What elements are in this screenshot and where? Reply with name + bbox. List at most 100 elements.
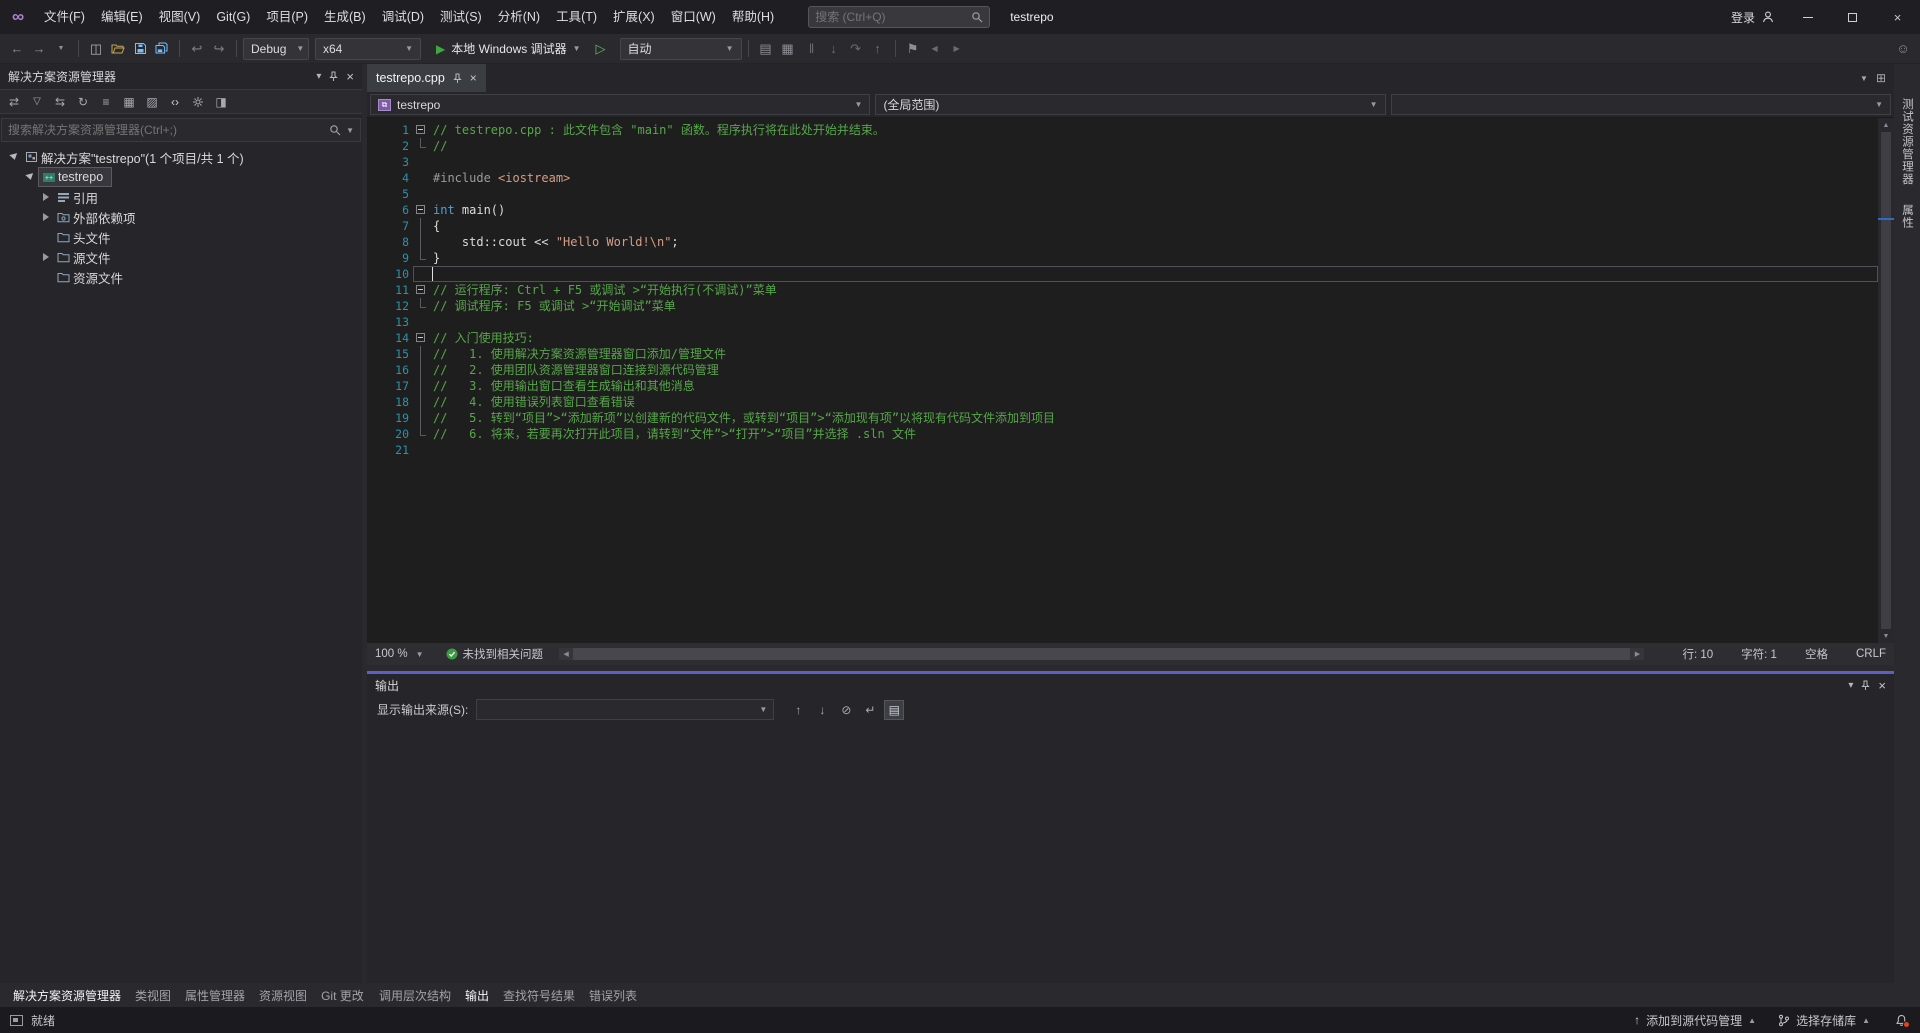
menubar-item[interactable]: 调试(D) — [374, 0, 432, 34]
tool-window-tab[interactable]: 调用层次结构 — [372, 987, 458, 1004]
menubar-item[interactable]: 帮助(H) — [724, 0, 782, 34]
tool-window-tab[interactable]: 资源视图 — [252, 987, 314, 1004]
quick-search-input[interactable] — [815, 10, 971, 24]
editor-options-icon[interactable]: ⊞ — [1876, 71, 1886, 85]
tool-window-tab[interactable]: Git 更改 — [314, 987, 371, 1004]
nest-files-icon[interactable]: ≡ — [96, 92, 116, 112]
maximize-button[interactable] — [1830, 0, 1875, 34]
scroll-right-icon[interactable]: ▶ — [1630, 650, 1644, 658]
bookmark-icon[interactable]: ⚑ — [902, 38, 924, 60]
code-line[interactable]: 20// 6. 将来，若要再次打开此项目，请转到“文件”>“打开”>“项目”并选… — [367, 426, 1878, 442]
close-icon[interactable]: × — [470, 71, 477, 85]
add-to-source-control-button[interactable]: ↑ 添加到源代码管理 ▲ — [1634, 1012, 1756, 1029]
tool-window-tab[interactable]: 错误列表 — [582, 987, 644, 1004]
scrollbar-thumb[interactable] — [1881, 132, 1891, 629]
output-panes-icon[interactable]: ▤ — [755, 38, 777, 60]
code-line[interactable]: 12// 调试程序: F5 或调试 >“开始调试”菜单 — [367, 298, 1878, 314]
solution-explorer-search-input[interactable] — [8, 123, 329, 137]
tree-item[interactable]: 源文件 — [0, 247, 362, 267]
output-content[interactable] — [367, 723, 1894, 983]
code-line[interactable]: 1// testrepo.cpp : 此文件包含 "main" 函数。程序执行将… — [367, 122, 1878, 138]
tree-item[interactable]: ++testrepo — [0, 167, 362, 187]
output-source-dropdown[interactable]: ▼ — [476, 699, 774, 720]
select-repository-button[interactable]: 选择存储库 ▲ — [1778, 1012, 1870, 1029]
window-layout-icon[interactable]: ◫ — [85, 38, 107, 60]
sign-in-button[interactable]: 登录 — [1721, 9, 1785, 26]
nav-history-icon[interactable]: ▼ — [50, 38, 72, 60]
code-line[interactable]: 14// 入门使用技巧: — [367, 330, 1878, 346]
menubar-item[interactable]: 扩展(X) — [605, 0, 663, 34]
preview-selected-items-icon[interactable]: ◨ — [211, 92, 231, 112]
tool-window-tab[interactable]: 查找符号结果 — [496, 987, 582, 1004]
output-settings-icon[interactable]: ▤ — [884, 700, 904, 720]
background-tasks-icon[interactable] — [10, 1015, 23, 1026]
refresh-icon[interactable]: ↻ — [73, 92, 93, 112]
tool-window-tab[interactable]: 属性管理器 — [178, 987, 252, 1004]
minimize-button[interactable] — [1785, 0, 1830, 34]
code-editor[interactable]: 1// testrepo.cpp : 此文件包含 "main" 函数。程序执行将… — [367, 118, 1894, 643]
active-files-dropdown-icon[interactable]: ▼ — [1860, 74, 1868, 83]
editor-horizontal-scrollbar[interactable]: ◀ ▶ — [559, 648, 1644, 660]
output-panel-splitter[interactable] — [367, 665, 1894, 674]
menubar-item[interactable]: 窗口(W) — [663, 0, 724, 34]
break-all-icon[interactable]: ‖ — [801, 38, 823, 60]
solution-explorer-search-box[interactable]: ▼ — [1, 118, 361, 142]
code-line[interactable]: 11// 运行程序: Ctrl + F5 或调试 >“开始执行(不调试)”菜单 — [367, 282, 1878, 298]
step-into-icon[interactable]: ↓ — [823, 38, 845, 60]
fold-collapse-icon[interactable] — [413, 202, 430, 218]
pin-icon[interactable] — [452, 73, 463, 84]
code-line[interactable]: 10 — [367, 266, 1878, 282]
auto-hide-tab[interactable]: 属性 — [1899, 204, 1915, 229]
previous-message-icon[interactable]: ↑ — [788, 700, 808, 720]
code-line[interactable]: 19// 5. 转到“项目”>“添加新项”以创建新的代码文件，或转到“项目”>“… — [367, 410, 1878, 426]
next-bookmark-icon[interactable]: ▶ — [946, 38, 968, 60]
menubar-item[interactable]: 分析(N) — [490, 0, 548, 34]
code-line[interactable]: 3 — [367, 154, 1878, 170]
tool-window-tab[interactable]: 输出 — [458, 987, 496, 1004]
switch-views-icon[interactable]: ⇄ — [4, 92, 24, 112]
next-message-icon[interactable]: ↓ — [812, 700, 832, 720]
properties-icon[interactable] — [188, 92, 208, 112]
code-line[interactable]: 16// 2. 使用团队资源管理器窗口连接到源代码管理 — [367, 362, 1878, 378]
quick-search-box[interactable] — [808, 6, 990, 28]
expand-arrow-icon[interactable] — [38, 253, 54, 261]
code-line[interactable]: 17// 3. 使用输出窗口查看生成输出和其他消息 — [367, 378, 1878, 394]
auto-hide-tab[interactable]: 测试资源管理器 — [1899, 98, 1915, 186]
show-all-files-icon[interactable]: ▨ — [142, 92, 162, 112]
code-line[interactable]: 6int main() — [367, 202, 1878, 218]
notifications-button[interactable] — [1892, 1011, 1910, 1029]
code-line[interactable]: 15// 1. 使用解决方案资源管理器窗口添加/管理文件 — [367, 346, 1878, 362]
fold-collapse-icon[interactable] — [413, 282, 430, 298]
step-over-icon[interactable]: ↷ — [845, 38, 867, 60]
menubar-item[interactable]: Git(G) — [208, 0, 258, 34]
code-line[interactable]: 18// 4. 使用错误列表窗口查看错误 — [367, 394, 1878, 410]
tree-item[interactable]: 外部依赖项 — [0, 207, 362, 227]
expand-arrow-icon[interactable] — [38, 213, 54, 221]
collapse-arrow-icon[interactable] — [6, 154, 22, 160]
code-line[interactable]: 5 — [367, 186, 1878, 202]
indentation-indicator[interactable]: 空格 — [1805, 646, 1828, 662]
collapse-arrow-icon[interactable] — [22, 174, 38, 180]
sync-with-active-document-icon[interactable]: ⇆ — [50, 92, 70, 112]
fold-collapse-icon[interactable] — [413, 122, 430, 138]
scroll-up-icon[interactable]: ▲ — [1883, 118, 1890, 132]
close-icon[interactable]: × — [346, 69, 354, 84]
clear-all-icon[interactable]: ⊘ — [836, 700, 856, 720]
menubar-item[interactable]: 测试(S) — [432, 0, 490, 34]
pin-icon[interactable] — [1860, 680, 1871, 691]
code-line[interactable]: 7{ — [367, 218, 1878, 234]
configuration-dropdown[interactable]: Debug▼ — [243, 38, 309, 60]
redo-icon[interactable]: ↪ — [208, 38, 230, 60]
code-line[interactable]: 4#include <iostream> — [367, 170, 1878, 186]
tree-item[interactable]: 资源文件 — [0, 267, 362, 287]
editor-vertical-scrollbar[interactable]: ▲ ▼ — [1878, 118, 1894, 643]
word-wrap-icon[interactable]: ↵ — [860, 700, 880, 720]
document-outline-icon[interactable]: ▦ — [777, 38, 799, 60]
close-icon[interactable]: × — [1878, 678, 1886, 693]
menubar-item[interactable]: 项目(P) — [258, 0, 316, 34]
code-line[interactable]: 9} — [367, 250, 1878, 266]
line-ending-indicator[interactable]: CRLF — [1856, 648, 1886, 660]
open-folder-icon[interactable] — [107, 38, 129, 60]
close-button[interactable]: × — [1875, 0, 1920, 34]
scroll-left-icon[interactable]: ◀ — [559, 650, 573, 658]
